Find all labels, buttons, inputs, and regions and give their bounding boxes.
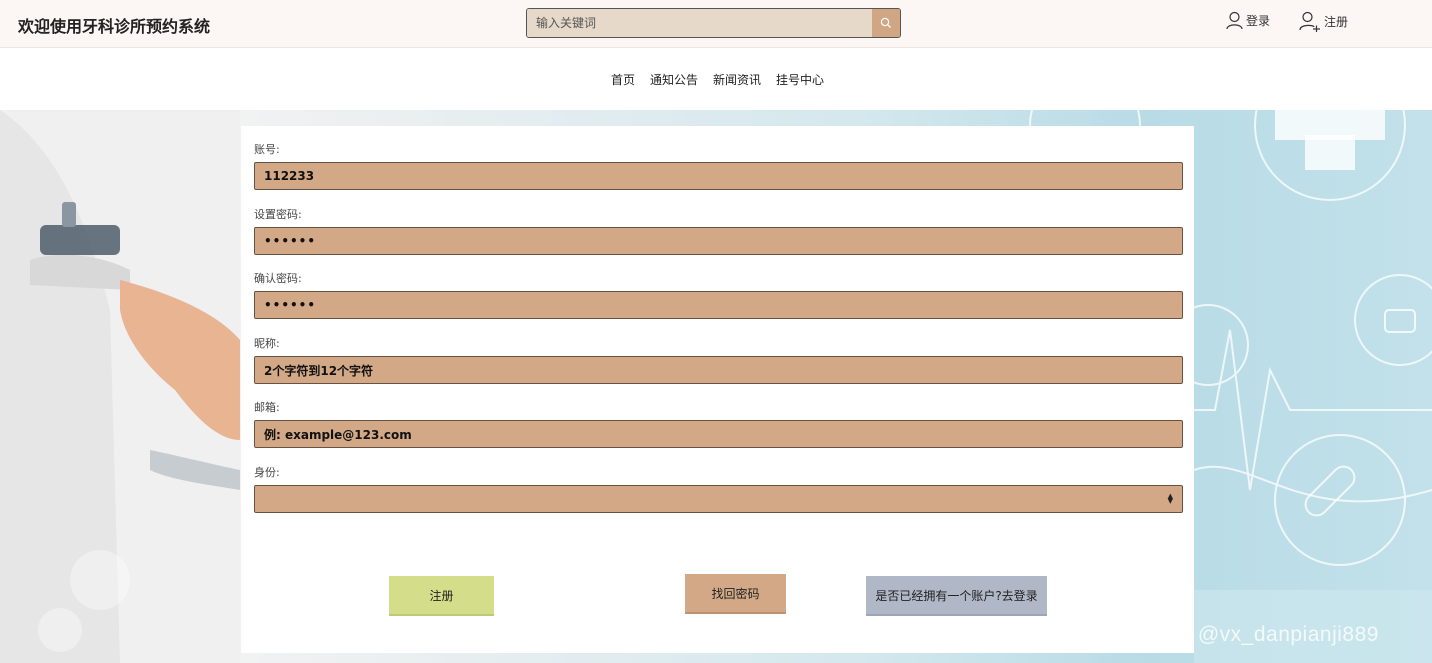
confirm-password-field[interactable]: •••••• [254, 291, 1183, 319]
top-header: 欢迎使用牙科诊所预约系统 登录 注册 [0, 0, 1432, 48]
identity-label: 身份: [254, 466, 280, 479]
watermark: CSDN @vx_danpianji889 [1130, 623, 1379, 646]
search-button[interactable] [872, 9, 900, 37]
email-label: 邮箱: [254, 401, 280, 414]
password-field[interactable]: •••••• [254, 227, 1183, 255]
login-link[interactable]: 登录 [1226, 11, 1270, 30]
identity-select[interactable]: ▲ ▼ [254, 485, 1183, 513]
add-user-icon [1299, 11, 1320, 32]
search-input[interactable] [527, 9, 872, 37]
register-button[interactable]: 注册 [389, 576, 494, 616]
nav-item-home[interactable]: 首页 [611, 71, 635, 88]
nickname-field[interactable]: 2个字符到12个字符 [254, 356, 1183, 384]
register-form: 账号: 112233 设置密码: •••••• 确认密码: •••••• 昵称:… [241, 126, 1194, 653]
user-icon [1226, 11, 1243, 30]
account-label: 账号: [254, 143, 280, 156]
register-link[interactable]: 注册 [1299, 11, 1348, 32]
goto-login-button[interactable]: 是否已经拥有一个账户?去登录 [866, 576, 1047, 616]
nav-item-registration[interactable]: 挂号中心 [776, 71, 824, 88]
select-arrows-icon: ▲ ▼ [1167, 492, 1173, 505]
nav-item-notices[interactable]: 通知公告 [650, 71, 698, 88]
register-label: 注册 [1324, 15, 1349, 29]
account-field[interactable]: 112233 [254, 162, 1183, 190]
nickname-label: 昵称: [254, 337, 280, 350]
forgot-password-button[interactable]: 找回密码 [685, 574, 786, 614]
search-bar [526, 8, 901, 38]
site-title: 欢迎使用牙科诊所预约系统 [18, 17, 211, 36]
email-field[interactable]: 例: example@123.com [254, 420, 1183, 448]
search-icon [880, 17, 892, 29]
login-label: 登录 [1246, 14, 1271, 28]
password-label: 设置密码: [254, 208, 302, 221]
nav-item-news[interactable]: 新闻资讯 [713, 71, 761, 88]
confirm-password-label: 确认密码: [254, 272, 302, 285]
main-nav: 首页 通知公告 新闻资讯 挂号中心 [0, 49, 1432, 110]
